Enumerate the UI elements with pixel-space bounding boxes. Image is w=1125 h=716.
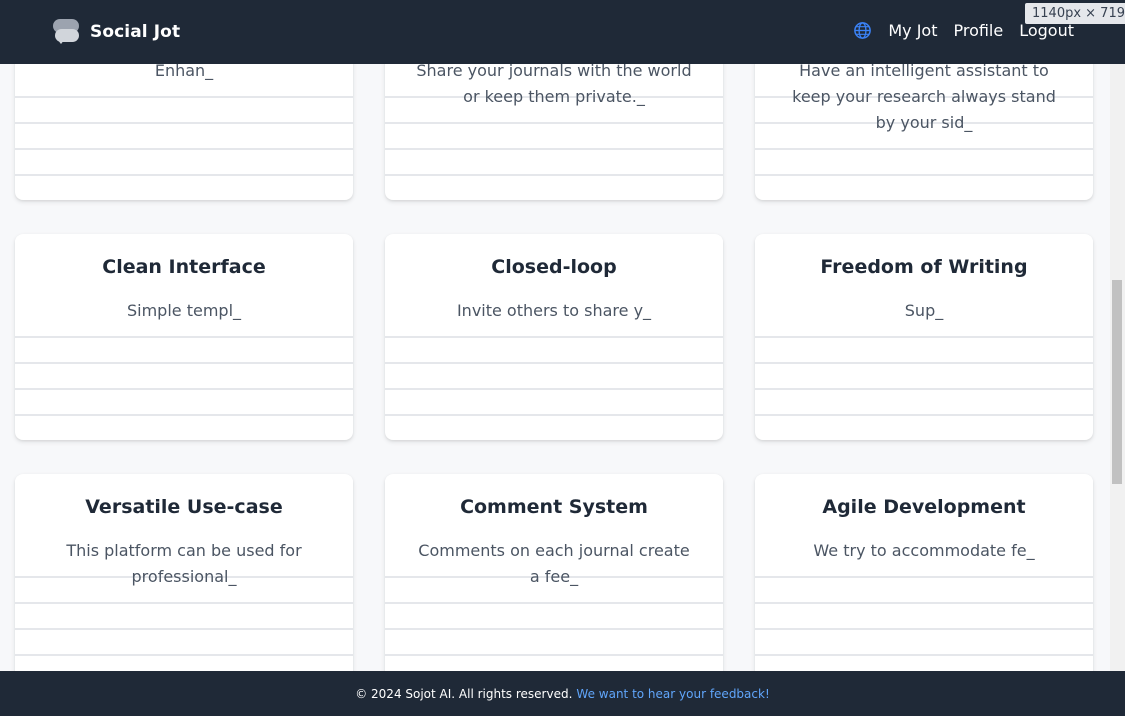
feature-card-title: Freedom of Writing (820, 256, 1028, 278)
feature-card-description: Invite others to share y_ (456, 301, 652, 320)
globe-icon[interactable] (853, 21, 872, 40)
feature-card-closed-loop: Closed-loop Invite others to share y_ (385, 234, 723, 440)
feature-card-title: Versatile Use-case (85, 496, 283, 518)
feature-card-description: Share your journals with the world or ke… (416, 61, 692, 106)
feature-card-description: This platform can be used for profession… (66, 541, 302, 586)
feature-card-comment-system: Comment System Comments on each journal … (385, 474, 723, 680)
feature-card-description: Comments on each journal create a fee_ (418, 541, 690, 586)
feature-card-versatile-use-case: Versatile Use-case This platform can be … (15, 474, 353, 680)
feature-card-description: We try to accommodate fe_ (813, 541, 1035, 560)
page-footer: © 2024 Sojot AI. All rights reserved. We… (0, 671, 1125, 716)
page-scrollbar-thumb[interactable] (1112, 280, 1122, 484)
feature-card-description: Simple templ_ (126, 301, 242, 320)
feature-card-clean-interface: Clean Interface Simple templ_ (15, 234, 353, 440)
brand-home-link[interactable]: Social Jot (53, 19, 180, 45)
brand-name: Social Jot (90, 22, 181, 42)
feature-card-description: Have an intelligent assistant to keep yo… (792, 61, 1056, 132)
feature-card-title: Clean Interface (102, 256, 266, 278)
feature-card-agile-development: Agile Development We try to accommodate … (755, 474, 1093, 680)
feature-card-title: Comment System (460, 496, 648, 518)
feature-card-description: Sup_ (904, 301, 944, 320)
nav-my-jot-link[interactable]: My Jot (888, 21, 937, 40)
chat-bubbles-logo-icon (53, 19, 81, 45)
viewport-dimensions-badge: 1140px × 719px (1025, 3, 1125, 24)
feature-card-title: Closed-loop (491, 256, 617, 278)
top-navbar: Social Jot My Jot Profile Logout (0, 0, 1125, 64)
footer-feedback-link[interactable]: We want to hear your feedback! (576, 687, 769, 701)
nav-profile-link[interactable]: Profile (953, 21, 1003, 40)
feature-card-title: Agile Development (822, 496, 1026, 518)
feature-card-freedom-of-writing: Freedom of Writing Sup_ (755, 234, 1093, 440)
footer-copyright: © 2024 Sojot AI. All rights reserved. (355, 686, 573, 701)
